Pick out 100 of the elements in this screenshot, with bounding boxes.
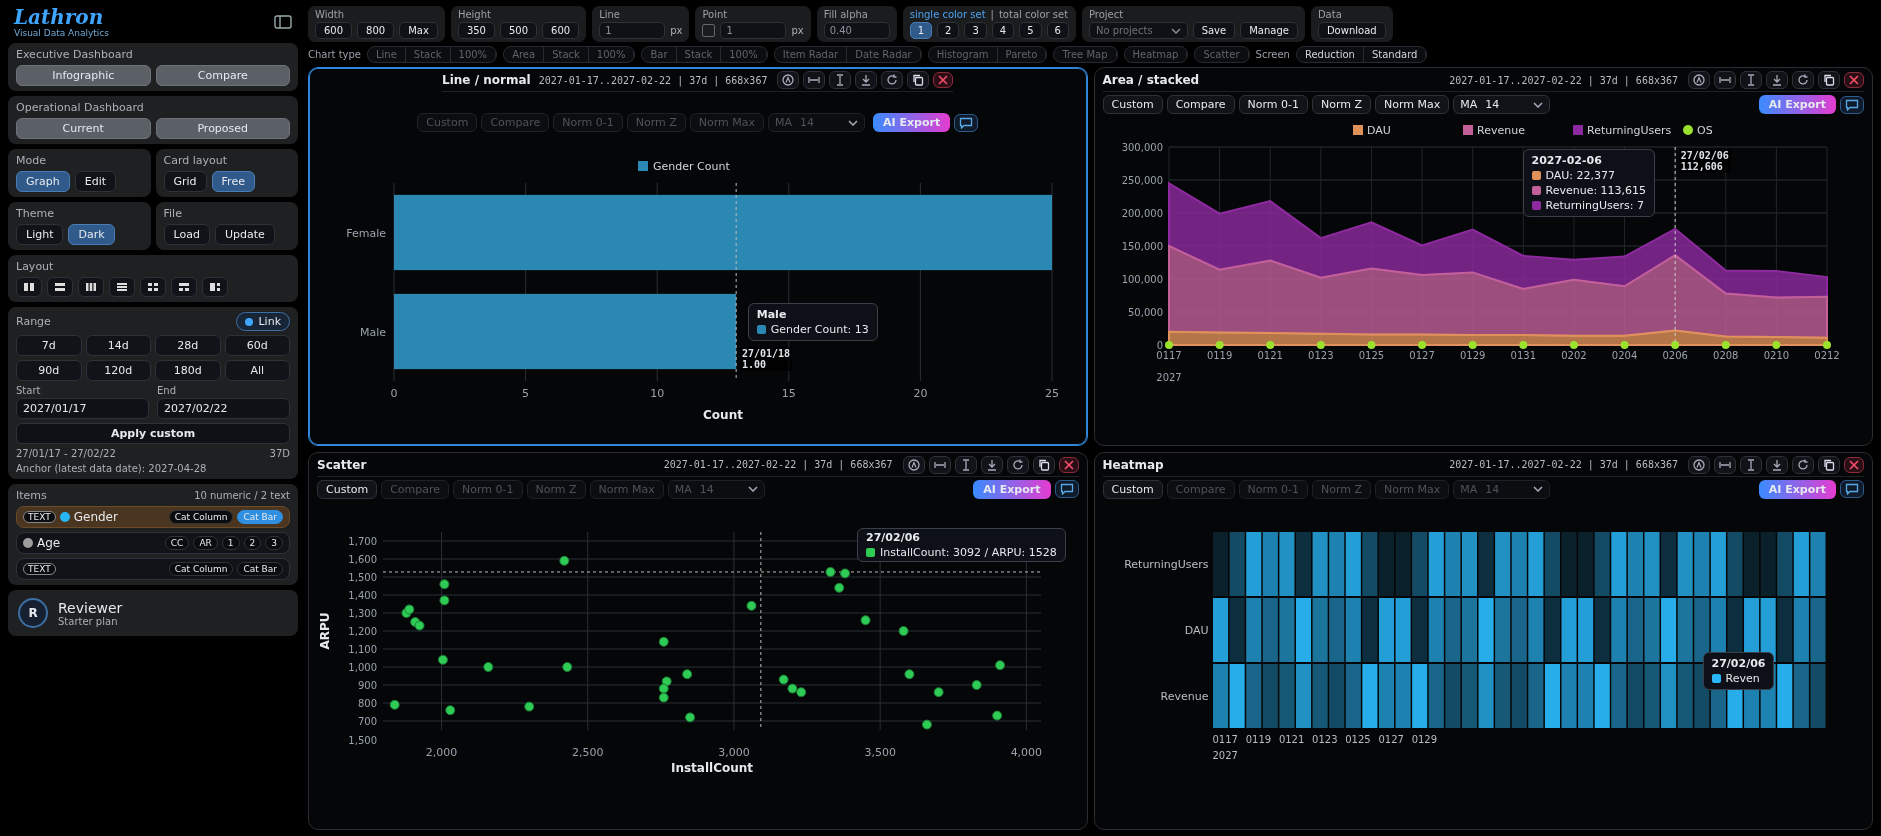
axis-tick-label: 0127 <box>1378 733 1404 745</box>
user-plan: Starter plan <box>58 615 119 627</box>
category-label: Female <box>345 226 386 240</box>
chart-type-label: Chart type <box>308 49 361 60</box>
axis-tick-label: 2,500 <box>571 745 604 759</box>
panel-title: Range <box>16 315 51 328</box>
axis-tick-label: 5 <box>521 387 529 400</box>
group-label: Point <box>702 9 729 20</box>
type-badge: TEXT <box>23 511 56 523</box>
axis-tick-label: 15 <box>781 387 796 400</box>
group-label: Line <box>599 9 621 20</box>
crosshair-label: 112,606 <box>1680 161 1724 172</box>
crosshair-label: 1.00 <box>741 359 767 370</box>
axis-tick-label: 0212 <box>1813 350 1840 361</box>
axis-tick-label: 300,000 <box>1121 142 1163 153</box>
separator-text: | <box>990 9 994 20</box>
tooltip-title: 2027-02-06 <box>1531 154 1603 167</box>
panel-title: Mode <box>16 154 47 167</box>
tooltip-text: Reven <box>1725 671 1760 685</box>
tooltip-text: Revenue: 113,615 <box>1545 184 1647 197</box>
axis-year-label: 2027 <box>1212 749 1238 761</box>
brand-tagline: Visual Data Analytics <box>14 28 109 38</box>
range-info: 2027-01-17..2027-02-22 | 37d | 668x367 <box>663 459 893 470</box>
panel-title: Items <box>16 489 47 502</box>
axis-tick-label: 200,000 <box>1121 208 1163 219</box>
axis-tick-label: 0204 <box>1611 350 1637 361</box>
range-info: 2027-01-17..2027-02-22 | 37d | 668x367 <box>538 74 768 86</box>
group-label: Fill alpha <box>823 9 869 20</box>
axis-tick-label: 0125 <box>1345 733 1371 745</box>
axis-tick-label: 100,000 <box>1121 274 1163 285</box>
axis-tick-label: 1,600 <box>348 553 377 565</box>
panel-title: Executive Dashboard <box>16 48 134 61</box>
axis-tick-label: 0127 <box>1408 350 1435 361</box>
axis-title: InstallCount <box>670 760 754 774</box>
category-label: Male <box>359 325 386 339</box>
tooltip-title: 27/02/06 <box>1711 656 1766 670</box>
axis-tick-label: 10 <box>649 387 664 400</box>
tooltip-title: 27/02/06 <box>866 530 921 544</box>
group-label: Project <box>1088 9 1125 20</box>
axis-tick-label: 0129 <box>1459 350 1485 361</box>
group-label: Height <box>457 9 492 20</box>
axis-tick-label: 250,000 <box>1121 175 1163 186</box>
card-title: Scatter <box>317 457 367 472</box>
group-label: Width <box>315 9 346 20</box>
panel-title: Card layout <box>163 154 229 167</box>
legend-label: Gender Count <box>652 160 730 173</box>
user-name: Reviewer <box>58 599 123 616</box>
axis-tick-label: 900 <box>357 679 377 691</box>
panel-title: File <box>163 207 183 220</box>
row-label: ReturningUsers <box>1124 558 1209 571</box>
axis-tick-label: 0131 <box>1510 350 1536 361</box>
legend-label: ReturningUsers <box>1586 124 1671 137</box>
axis-value-label: 1,500 <box>348 734 377 746</box>
group-label: Data <box>1317 9 1343 20</box>
item-count: 10 numeric / 2 text <box>194 490 290 501</box>
axis-tick-label: 1,500 <box>348 571 377 583</box>
tooltip-text: DAU: 22,377 <box>1545 169 1616 182</box>
tooltip-text: ReturningUsers: 7 <box>1545 199 1645 212</box>
panel-title: Operational Dashboard <box>16 101 145 114</box>
axis-tick-label: 0121 <box>1257 350 1283 361</box>
axis-tick-label: 0 <box>1156 340 1163 351</box>
axis-tick-label: 1,700 <box>348 535 377 547</box>
user-avatar: R <box>18 598 48 628</box>
axis-title: Count <box>702 408 743 422</box>
card-title: Heatmap <box>1102 457 1164 472</box>
unit-label: px <box>791 25 804 36</box>
legend-label: DAU <box>1366 124 1391 137</box>
row-label: Revenue <box>1160 690 1209 703</box>
group-label: total color set <box>998 9 1069 20</box>
axis-tick-label: 1,400 <box>348 589 377 601</box>
card-title: Line / normal <box>442 73 531 87</box>
axis-tick-label: 1,100 <box>348 643 377 655</box>
axis-tick-label: 0208 <box>1712 350 1738 361</box>
axis-tick-label: 700 <box>357 715 377 727</box>
axis-tick-label: 0123 <box>1307 350 1334 361</box>
legend-label: Revenue <box>1476 124 1525 137</box>
card-title: Area / stacked <box>1102 73 1200 87</box>
axis-title: 2027 <box>1155 372 1182 383</box>
axis-title: ARPU <box>318 611 332 650</box>
item-name: Gender <box>73 510 118 524</box>
axis-tick-label: 0129 <box>1411 733 1438 745</box>
range-info: 2027-01-17..2027-02-22 | 37d | 668x367 <box>1449 459 1678 470</box>
panel-title: Layout <box>16 260 55 273</box>
axis-tick-label: 1,200 <box>348 625 377 637</box>
tooltip-title: Male <box>756 308 788 321</box>
axis-tick-label: 20 <box>913 387 928 400</box>
axis-tick-label: 1,300 <box>348 607 377 619</box>
axis-tick-label: 150,000 <box>1121 241 1163 252</box>
axis-tick-label: 4,000 <box>1010 745 1043 759</box>
field-label: End <box>157 385 177 396</box>
range-summary: 27/01/17 - 27/02/22 <box>16 448 116 459</box>
range-info: 2027-01-17..2027-02-22 | 37d | 668x367 <box>1449 74 1678 86</box>
brand-logo: Lathron <box>14 6 105 28</box>
axis-tick-label: 0202 <box>1560 350 1587 361</box>
tooltip-text: Gender Count: 13 <box>770 323 869 336</box>
anchor-date-text: Anchor (latest data date): 2027-04-28 <box>16 463 208 474</box>
tooltip-text: InstallCount: 3092 / ARPU: 1528 <box>880 545 1057 559</box>
day-count: 37D <box>269 448 290 459</box>
axis-tick-label: 0119 <box>1206 350 1232 361</box>
axis-tick-label: 800 <box>357 697 377 709</box>
